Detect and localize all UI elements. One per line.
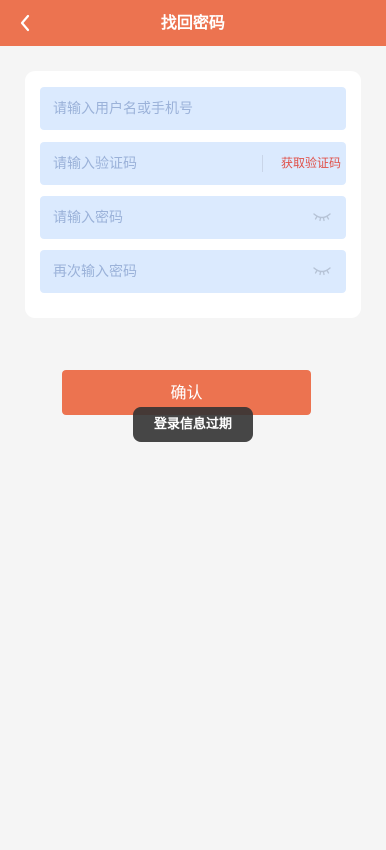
toast-message: 登录信息过期: [133, 407, 253, 442]
form-card: 获取验证码: [25, 71, 361, 318]
confirm-password-field: [40, 250, 346, 293]
password-input[interactable]: [40, 196, 300, 239]
page-title: 找回密码: [160, 13, 225, 32]
username-input[interactable]: [40, 87, 346, 130]
eye-closed-icon[interactable]: [312, 210, 332, 224]
code-input[interactable]: [40, 142, 255, 185]
password-field: [40, 196, 346, 239]
get-code-button[interactable]: 获取验证码: [281, 142, 341, 185]
username-field: [40, 87, 346, 130]
header-bar: 找回密码: [0, 0, 386, 46]
code-field: 获取验证码: [40, 142, 346, 185]
confirm-password-input[interactable]: [40, 250, 300, 293]
field-divider: [262, 155, 263, 172]
eye-closed-icon[interactable]: [312, 264, 332, 278]
